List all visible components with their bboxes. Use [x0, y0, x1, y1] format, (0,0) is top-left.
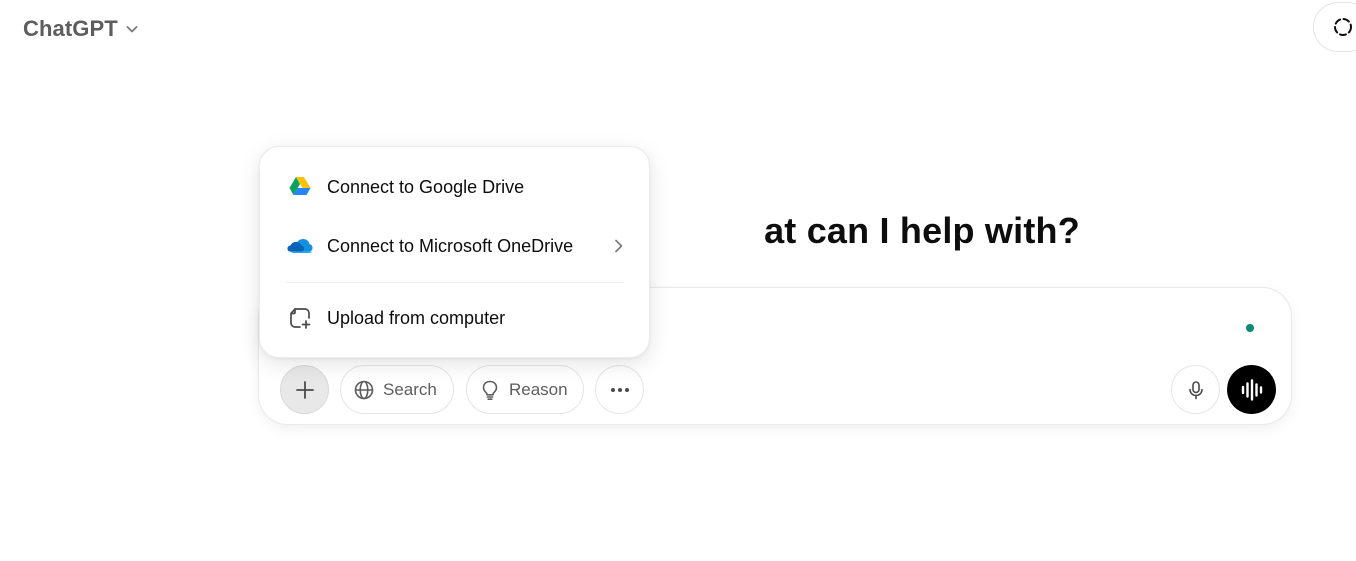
menu-item-onedrive[interactable]: Connect to Microsoft OneDrive: [272, 223, 639, 269]
attach-menu: Connect to Google Drive Connect to Micro…: [259, 146, 650, 358]
chevron-right-icon: [615, 239, 623, 253]
upload-file-icon: [287, 305, 313, 331]
dashed-circle-icon: [1334, 18, 1352, 36]
lightbulb-icon: [482, 380, 498, 400]
dictate-button[interactable]: [1171, 365, 1220, 414]
search-button-label: Search: [383, 379, 437, 399]
more-tools-button[interactable]: [595, 365, 644, 414]
menu-item-label: Connect to Microsoft OneDrive: [327, 235, 574, 256]
onedrive-icon: [287, 233, 313, 259]
google-drive-icon: [287, 174, 313, 200]
status-dot: [1246, 324, 1254, 332]
plus-icon: [295, 380, 314, 399]
menu-item-label: Connect to Google Drive: [327, 176, 525, 197]
temporary-chat-button[interactable]: [1313, 2, 1356, 52]
attach-button[interactable]: [280, 365, 329, 414]
menu-item-label: Upload from computer: [327, 307, 506, 328]
menu-item-upload-from-computer[interactable]: Upload from computer: [272, 295, 639, 341]
chevron-down-icon: [126, 26, 138, 33]
search-button[interactable]: Search: [340, 365, 454, 414]
voice-waveform-icon: [1241, 378, 1262, 401]
voice-mode-button[interactable]: [1227, 365, 1276, 414]
menu-divider: [286, 282, 624, 283]
model-switcher-button[interactable]: ChatGPT: [14, 12, 149, 46]
ellipsis-icon: [610, 387, 629, 392]
menu-item-google-drive[interactable]: Connect to Google Drive: [272, 164, 639, 210]
model-title: ChatGPT: [23, 16, 118, 41]
globe-icon: [354, 380, 374, 399]
reason-button-label: Reason: [509, 379, 568, 399]
microphone-icon: [1188, 380, 1203, 399]
reason-button[interactable]: Reason: [466, 365, 584, 414]
